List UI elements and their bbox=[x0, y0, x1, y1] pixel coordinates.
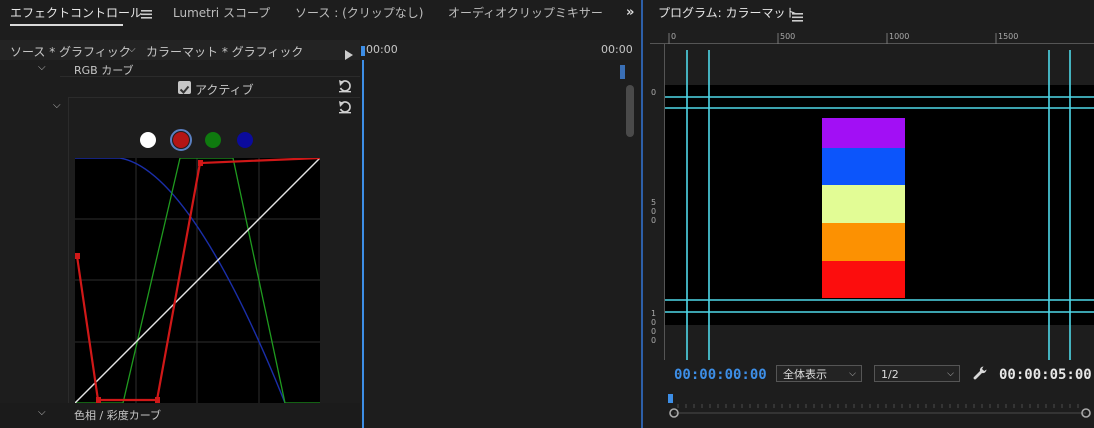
program-playhead-icon bbox=[668, 394, 673, 403]
mini-timeline-ruler bbox=[362, 40, 640, 60]
vruler-label-1000: 1000 bbox=[651, 309, 657, 345]
fit-select[interactable]: 全体表示 ⌵ bbox=[776, 365, 862, 382]
rgb-curves-graph[interactable] bbox=[75, 158, 320, 403]
horizontal-ruler: 0 500 1000 1500 bbox=[650, 30, 1094, 44]
source-dropdown-chevron-icon[interactable]: ⌵ bbox=[128, 44, 136, 55]
white-channel-button[interactable] bbox=[140, 132, 156, 148]
chevron-down-icon: ⌵ bbox=[849, 369, 856, 379]
fit-select-value: 全体表示 bbox=[783, 368, 827, 381]
active-tab-indicator bbox=[10, 24, 123, 26]
guide-lines bbox=[665, 50, 1094, 360]
chevron-down-icon: ⌵ bbox=[947, 369, 954, 379]
panel-separator bbox=[641, 0, 643, 428]
red-control-point bbox=[75, 253, 80, 259]
duration-timecode: 00:00:05:00 bbox=[999, 367, 1092, 383]
play-icon[interactable] bbox=[345, 45, 353, 64]
ruler-label: 1000 bbox=[889, 32, 909, 41]
playhead-line bbox=[362, 60, 364, 428]
hue-sat-row bbox=[0, 403, 360, 428]
program-monitor-title: プログラム: カラーマット bbox=[658, 6, 798, 20]
resolution-select-value: 1/2 bbox=[881, 368, 899, 381]
ruler-label: 1500 bbox=[998, 32, 1018, 41]
row-divider bbox=[68, 97, 360, 98]
tab-lumetri-scope[interactable]: Lumetri スコープ bbox=[173, 0, 270, 26]
wrench-icon[interactable] bbox=[972, 365, 988, 385]
current-timecode[interactable]: 00:00:00:00 bbox=[674, 367, 767, 383]
timeline-start-time: 00:00 bbox=[366, 43, 398, 56]
resolution-select[interactable]: 1/2 ⌵ bbox=[874, 365, 960, 382]
vruler-label-500: 500 bbox=[651, 198, 657, 225]
panel-overflow-icon[interactable]: » bbox=[626, 5, 634, 20]
program-time-ruler[interactable] bbox=[664, 392, 1094, 428]
reset-icon[interactable] bbox=[338, 78, 352, 97]
rgb-curves-collapse-icon[interactable]: ⌵ bbox=[38, 62, 46, 73]
playhead-icon[interactable] bbox=[361, 46, 365, 56]
hue-sat-curves-label: 色相 / 彩度カーブ bbox=[74, 409, 162, 422]
program-menu-icon[interactable] bbox=[792, 8, 803, 27]
panel-menu-icon[interactable] bbox=[141, 5, 152, 24]
reset-curves-icon[interactable] bbox=[338, 99, 352, 118]
blue-channel-button[interactable] bbox=[237, 132, 253, 148]
tab-effect-controls[interactable]: エフェクトコントロール bbox=[10, 0, 142, 26]
timeline-end-marker bbox=[620, 65, 625, 79]
curves-subsection-chevron-icon[interactable]: ⌵ bbox=[53, 100, 61, 111]
red-control-point bbox=[198, 160, 203, 166]
row-divider bbox=[60, 76, 360, 77]
active-label: アクティブ bbox=[195, 83, 254, 97]
source-clip-label[interactable]: ソース * グラフィック bbox=[10, 43, 131, 60]
timeline-end-time: 00:00 bbox=[601, 43, 633, 56]
vruler-label-0: 0 bbox=[651, 88, 657, 97]
green-channel-button[interactable] bbox=[205, 132, 221, 148]
ruler-label: 0 bbox=[671, 32, 676, 41]
hue-sat-collapse-icon[interactable]: ⌵ bbox=[38, 407, 46, 418]
indent-guide bbox=[68, 97, 69, 406]
tab-audio-clip-mixer[interactable]: オーディオクリップミキサー : カ bbox=[448, 0, 603, 26]
ruler-label: 500 bbox=[780, 32, 795, 41]
timeline-scrollbar[interactable] bbox=[626, 85, 634, 137]
active-checkbox[interactable] bbox=[178, 81, 191, 94]
tab-source[interactable]: ソース : (クリップなし) bbox=[295, 0, 423, 26]
red-channel-button[interactable] bbox=[173, 132, 189, 148]
sequence-clip-label[interactable]: カラーマット * グラフィック bbox=[146, 43, 303, 60]
